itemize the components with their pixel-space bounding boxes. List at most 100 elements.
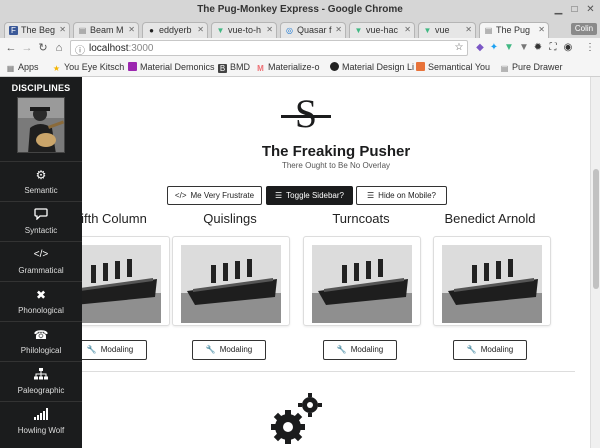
extension-icon[interactable]: ◆ [474, 42, 486, 54]
home-icon[interactable]: ⌂ [53, 42, 65, 54]
facebook-icon: F [9, 26, 18, 35]
browser-tab[interactable]: ▤ Beam M ✕ [73, 22, 139, 38]
bookmark-label: BMD [230, 62, 250, 72]
tab-close-icon[interactable]: ✕ [266, 25, 273, 34]
vue-icon: ▼ [216, 26, 225, 35]
logo-letter: S [295, 93, 317, 136]
sidebar-item-philological[interactable]: ☎ Philological [0, 321, 82, 361]
tab-close-icon[interactable]: ✕ [128, 25, 135, 34]
bmd-icon: B [218, 64, 227, 73]
browser-tab[interactable]: ▼ vue ✕ [418, 22, 476, 38]
info-icon[interactable]: ⓘ [75, 42, 85, 57]
maximize-icon[interactable]: □ [568, 3, 581, 16]
tab-label: The Beg [21, 25, 56, 35]
section-divider [82, 371, 575, 372]
column-title: Benedict Arnold [444, 211, 536, 226]
tab-close-icon[interactable]: ✕ [197, 25, 204, 34]
quasar-icon: ◎ [286, 26, 293, 35]
sidebar-item-label: Paleographic [17, 386, 65, 395]
tab-strip: F The Beg ✕ ▤ Beam M ✕ ● eddyerb ✕ ▼ vue… [0, 20, 600, 38]
bars-icon: ☰ [275, 191, 283, 200]
minimize-icon[interactable]: ▁ [552, 3, 565, 16]
tab-label: vue-hac [366, 25, 399, 35]
sidebar-item-howling-wolf[interactable]: Howling Wolf [0, 401, 82, 441]
page-title: The Freaking Pusher [261, 143, 411, 160]
tab-close-icon[interactable]: ✕ [465, 25, 472, 34]
screen-capture-icon[interactable]: ⛶ [547, 42, 559, 54]
circle-icon [330, 62, 339, 71]
bookmark-item[interactable]: ▤ Pure Drawer [500, 62, 563, 74]
sidebar-item-label: Howling Wolf [17, 426, 65, 435]
bookmark-star-icon[interactable]: ☆ [453, 42, 465, 54]
ship-card [303, 236, 421, 326]
browser-tab-active[interactable]: ▤ The Pug ✕ [479, 22, 549, 38]
page-scrollbar[interactable] [590, 77, 600, 448]
wrench-icon: 🔧 [466, 345, 477, 354]
toggle-sidebar-button[interactable]: ☰ Toggle Sidebar? [266, 186, 353, 205]
tab-close-icon[interactable]: ✕ [538, 25, 545, 34]
bookmark-label: Material Design Li [342, 62, 415, 72]
ship-card [82, 236, 170, 326]
extension-icon[interactable]: ◉ [562, 42, 574, 54]
browser-tab[interactable]: ▼ vue-hac ✕ [349, 22, 415, 38]
sidebar-item-paleographic[interactable]: Paleographic [0, 361, 82, 401]
modaling-button[interactable]: 🔧 Modaling [323, 340, 397, 360]
main-content: S The Freaking Pusher There Ought to Be … [82, 77, 590, 448]
column-title: Fifth Column [82, 211, 147, 226]
apps-grid-icon: ▦ [6, 64, 15, 73]
bookmark-item[interactable]: ★ You Eye Kitsch [52, 62, 124, 74]
browser-tab[interactable]: ◎ Quasar f ✕ [280, 22, 346, 38]
bookmark-item[interactable]: B BMD [218, 62, 250, 74]
bookmark-label: Pure Drawer [512, 62, 563, 72]
bookmark-apps[interactable]: ▦ Apps [6, 62, 39, 74]
modaling-button[interactable]: 🔧 Modaling [192, 340, 266, 360]
vue-icon: ▼ [354, 26, 363, 35]
bookmarks-bar: ▦ Apps ★ You Eye Kitsch Material Demonics … [0, 58, 600, 77]
button-label: Modaling [219, 345, 253, 354]
sidebar-item-syntactic[interactable]: Syntactic [0, 201, 82, 241]
page-subtitle: There Ought to Be No Overlay [281, 161, 391, 170]
browser-tab[interactable]: ▼ vue-to-h ✕ [211, 22, 277, 38]
modaling-button[interactable]: 🔧 Modaling [453, 340, 527, 360]
sidebar-item-grammatical[interactable]: </> Grammatical [0, 241, 82, 281]
menu-kebab-icon[interactable]: ⋮ [584, 42, 596, 54]
sidebar-item-label: Grammatical [18, 266, 64, 275]
me-very-frustrate-button[interactable]: </> Me Very Frustrate [167, 186, 262, 205]
bookmark-item[interactable]: Material Demonics [128, 62, 215, 74]
button-label: Toggle Sidebar? [286, 191, 344, 200]
profile-badge[interactable]: Colin [571, 23, 597, 35]
scrollbar-thumb[interactable] [593, 169, 599, 289]
tab-close-icon[interactable]: ✕ [404, 25, 411, 34]
close-window-icon[interactable]: ✕ [584, 3, 597, 16]
tab-close-icon[interactable]: ✕ [335, 25, 342, 34]
comment-icon [0, 208, 82, 222]
bookmark-label: Apps [18, 62, 39, 72]
bookmark-item[interactable]: M Materialize-o [256, 62, 320, 74]
modaling-button[interactable]: 🔧 Modaling [82, 340, 147, 360]
twitter-icon[interactable]: ✦ [488, 42, 500, 54]
ship-photo [82, 245, 161, 323]
sidebar-item-phonological[interactable]: ✖ Phonological [0, 281, 82, 321]
tab-close-icon[interactable]: ✕ [59, 25, 66, 34]
hide-on-mobile-button[interactable]: ☰ Hide on Mobile? [356, 186, 447, 205]
sidebar-item-semantic[interactable]: ⚙ Semantic [0, 161, 82, 201]
bookmark-label: Materialize-o [268, 62, 320, 72]
address-bar[interactable]: ⓘ localhost:3000 [70, 40, 468, 57]
avatar [17, 97, 65, 153]
window-titlebar: The Pug-Monkey Express - Google Chrome ▁… [0, 0, 600, 20]
vue-devtools-icon[interactable]: ▼ [503, 42, 515, 54]
reload-icon[interactable]: ↻ [37, 42, 49, 54]
bookmark-item[interactable]: Semantical You [416, 62, 490, 74]
wrench-icon: 🔧 [205, 345, 216, 354]
browser-tab[interactable]: F The Beg ✕ [4, 22, 70, 38]
bookmark-item[interactable]: Material Design Li [330, 62, 414, 74]
button-label: Hide on Mobile? [378, 191, 436, 200]
phone-icon: ☎ [33, 328, 49, 342]
page-icon: ▤ [78, 26, 87, 35]
browser-tab[interactable]: ● eddyerb ✕ [142, 22, 208, 38]
forward-icon[interactable]: → [21, 42, 33, 54]
extension-icon[interactable]: ▼ [518, 42, 530, 54]
square-icon [128, 62, 137, 71]
back-icon[interactable]: ← [5, 42, 17, 54]
extension-icon[interactable]: ✹ [532, 42, 544, 54]
